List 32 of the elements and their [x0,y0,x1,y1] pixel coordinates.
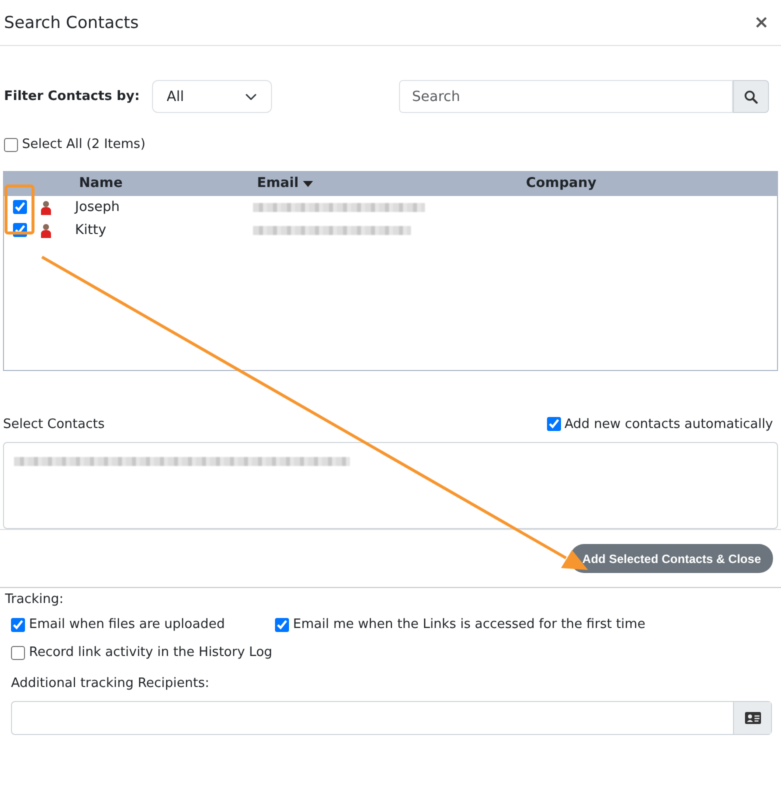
contact-name: Kitty [75,220,108,240]
recipients-field[interactable] [11,701,772,735]
column-header[interactable]: Name [79,173,257,194]
close-button[interactable]: × [746,9,777,36]
add-selected-button[interactable]: Add Selected Contacts & Close [570,544,773,573]
contact-card-icon[interactable] [733,702,771,734]
search-field[interactable]: Search [399,80,733,113]
tracking-label: Tracking: [5,591,64,609]
tracking-option-label: Email me when the Links is accessed for the first time [293,616,646,634]
checkbox[interactable] [11,646,25,660]
search-button[interactable] [733,80,769,113]
person-icon [41,222,51,238]
checkbox[interactable] [13,200,27,214]
column-header[interactable]: Email [257,173,526,194]
tracking-option-label: Record link activity in the History Log [29,644,272,662]
auto-add-label: Add new contacts automatically [564,416,773,434]
select-contacts-label: Select Contacts [3,416,105,434]
contact-name: Joseph [75,198,121,217]
search-icon [744,90,758,104]
tracking-option-label: Email when files are uploaded [29,616,225,634]
filter-label: Filter Contacts by: [4,88,140,106]
checkbox[interactable] [275,618,289,632]
checkbox[interactable] [4,138,18,152]
checkbox[interactable] [13,223,27,237]
checkbox[interactable] [11,618,25,632]
window-title: Search Contacts [4,12,139,32]
checkbox[interactable] [546,417,561,432]
select-all-label: Select All (2 Items) [22,136,146,154]
filter-dropdown[interactable]: All [152,80,272,113]
person-icon [41,200,51,214]
recipients-label: Additional tracking Recipients: [11,674,210,692]
column-header[interactable]: Company [526,173,726,194]
